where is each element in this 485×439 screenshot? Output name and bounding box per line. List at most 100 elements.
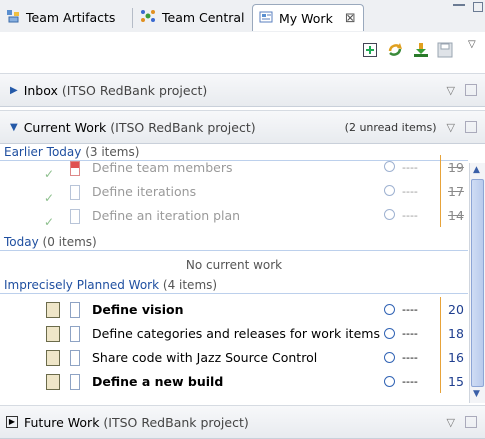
tab-label: My Work: [279, 10, 333, 26]
refresh-icon[interactable]: [386, 41, 404, 62]
time-remaining: ----: [402, 374, 418, 388]
work-item-row[interactable]: ✓ Define team members ---- 19: [0, 155, 468, 181]
work-item-label[interactable]: Define team members: [92, 160, 233, 175]
task-type-icon: [70, 209, 80, 224]
section-menu-icon[interactable]: ▽: [447, 416, 455, 429]
work-item-size: 15: [448, 373, 464, 389]
tab-separator: [132, 8, 133, 28]
group-today[interactable]: Today (0 items): [0, 233, 468, 251]
work-item-size: 16: [448, 349, 464, 365]
work-item-size: 20: [448, 301, 464, 317]
group-count: (0 items): [42, 235, 97, 249]
divider: [440, 297, 441, 321]
work-item-row[interactable]: Define categories and releases for work …: [0, 321, 468, 345]
section-menu-icon[interactable]: ▽: [447, 121, 455, 134]
download-icon[interactable]: [412, 41, 430, 62]
work-item-row[interactable]: Define vision ---- 20: [0, 297, 468, 321]
divider: [440, 369, 441, 393]
work-item-row[interactable]: Define a new build ---- 15: [0, 369, 468, 393]
section-project: (ITSO RedBank project): [103, 414, 249, 430]
clipboard-icon: [46, 350, 60, 366]
empty-group-message: No current work: [185, 258, 283, 272]
group-count: (4 items): [162, 278, 218, 292]
collapse-icon[interactable]: ▼: [10, 122, 18, 133]
work-item-size: 14: [448, 207, 464, 223]
save-icon[interactable]: [437, 42, 453, 61]
time-remaining: ----: [402, 208, 418, 222]
divider: [440, 321, 441, 345]
time-remaining: ----: [402, 302, 418, 316]
add-icon[interactable]: [363, 43, 377, 60]
time-remaining: ----: [402, 160, 418, 174]
minimize-icon[interactable]: [453, 4, 465, 6]
clipboard-icon: [46, 302, 60, 318]
divider: [440, 155, 441, 179]
inbox-section-header[interactable]: ▶ Inbox (ITSO RedBank project) ▽: [0, 73, 485, 107]
task-type-icon: [70, 302, 80, 318]
clock-icon: [384, 161, 395, 172]
tab-team-artifacts[interactable]: Team Artifacts: [6, 4, 115, 31]
section-project: (ITSO RedBank project): [61, 82, 208, 98]
section-title: Current Work: [23, 119, 107, 135]
section-project: (ITSO RedBank project): [110, 119, 256, 135]
time-remaining: ----: [402, 350, 418, 364]
section-maximize-icon[interactable]: [465, 121, 477, 133]
maximize-icon[interactable]: [473, 2, 483, 12]
clock-icon: [384, 376, 395, 387]
time-remaining: ----: [402, 326, 418, 340]
group-title: Today: [4, 235, 39, 249]
tab-label: Team Artifacts: [26, 10, 116, 25]
team-artifacts-icon: [6, 9, 20, 26]
divider: [440, 203, 441, 227]
view-tab-bar: Team Artifacts Team Central My Work ⊠: [0, 0, 485, 33]
work-item-label[interactable]: Share code with Jazz Source Control: [92, 350, 317, 365]
section-menu-icon[interactable]: ▽: [447, 84, 455, 97]
view-menu-icon[interactable]: ▽: [468, 39, 476, 50]
resolved-check-icon: ✓: [44, 215, 55, 229]
section-maximize-icon[interactable]: [465, 84, 477, 96]
group-title: Imprecisely Planned Work: [4, 278, 160, 292]
clock-icon: [384, 352, 395, 363]
work-item-label[interactable]: Define categories and releases for work …: [92, 326, 380, 341]
tab-team-central[interactable]: Team Central: [140, 4, 245, 31]
section-title: Future Work: [24, 414, 100, 430]
expand-box-icon[interactable]: ▶: [6, 416, 18, 428]
tab-my-work[interactable]: My Work ⊠: [252, 4, 364, 31]
clock-icon: [384, 209, 395, 220]
work-item-row[interactable]: Share code with Jazz Source Control ----…: [0, 345, 468, 369]
clock-icon: [384, 185, 395, 196]
section-maximize-icon[interactable]: [465, 416, 477, 428]
team-central-icon: [140, 8, 156, 27]
clock-icon: [384, 304, 395, 315]
task-type-icon: [70, 350, 80, 366]
work-item-size: 19: [448, 159, 464, 175]
my-work-icon: [259, 10, 273, 27]
current-work-section-header[interactable]: ▼ Current Work (ITSO RedBank project) (2…: [0, 110, 485, 144]
vertical-scrollbar[interactable]: ▲ ▼: [469, 163, 485, 403]
task-type-icon: [70, 185, 80, 200]
task-type-icon: [70, 326, 80, 342]
work-item-size: 18: [448, 325, 464, 341]
group-imprecisely-planned[interactable]: Imprecisely Planned Work (4 items): [0, 276, 468, 294]
work-item-label[interactable]: Define iterations: [92, 184, 196, 199]
work-item-label[interactable]: Define an iteration plan: [92, 208, 240, 223]
clipboard-icon: [46, 326, 60, 342]
scroll-down-icon[interactable]: ▼: [473, 389, 480, 399]
time-remaining: ----: [402, 184, 418, 198]
divider: [440, 179, 441, 203]
task-type-icon: [70, 374, 80, 390]
work-item-label[interactable]: Define a new build: [92, 374, 223, 389]
work-item-row[interactable]: ✓ Define iterations ---- 17: [0, 179, 468, 205]
future-work-section-header[interactable]: ▶ Future Work (ITSO RedBank project) ▽: [0, 405, 485, 439]
scrollbar-thumb[interactable]: [471, 179, 484, 387]
clock-icon: [384, 328, 395, 339]
view-toolbar: ▽: [0, 32, 485, 66]
task-type-icon: [70, 161, 80, 176]
scroll-up-icon[interactable]: ▲: [473, 165, 480, 175]
work-item-row[interactable]: ✓ Define an iteration plan ---- 14: [0, 203, 468, 229]
tab-label: Team Central: [162, 10, 245, 25]
close-tab-icon[interactable]: ⊠: [345, 11, 356, 26]
section-title: Inbox: [23, 82, 58, 98]
expand-icon[interactable]: ▶: [10, 85, 18, 96]
work-item-label[interactable]: Define vision: [92, 302, 184, 317]
